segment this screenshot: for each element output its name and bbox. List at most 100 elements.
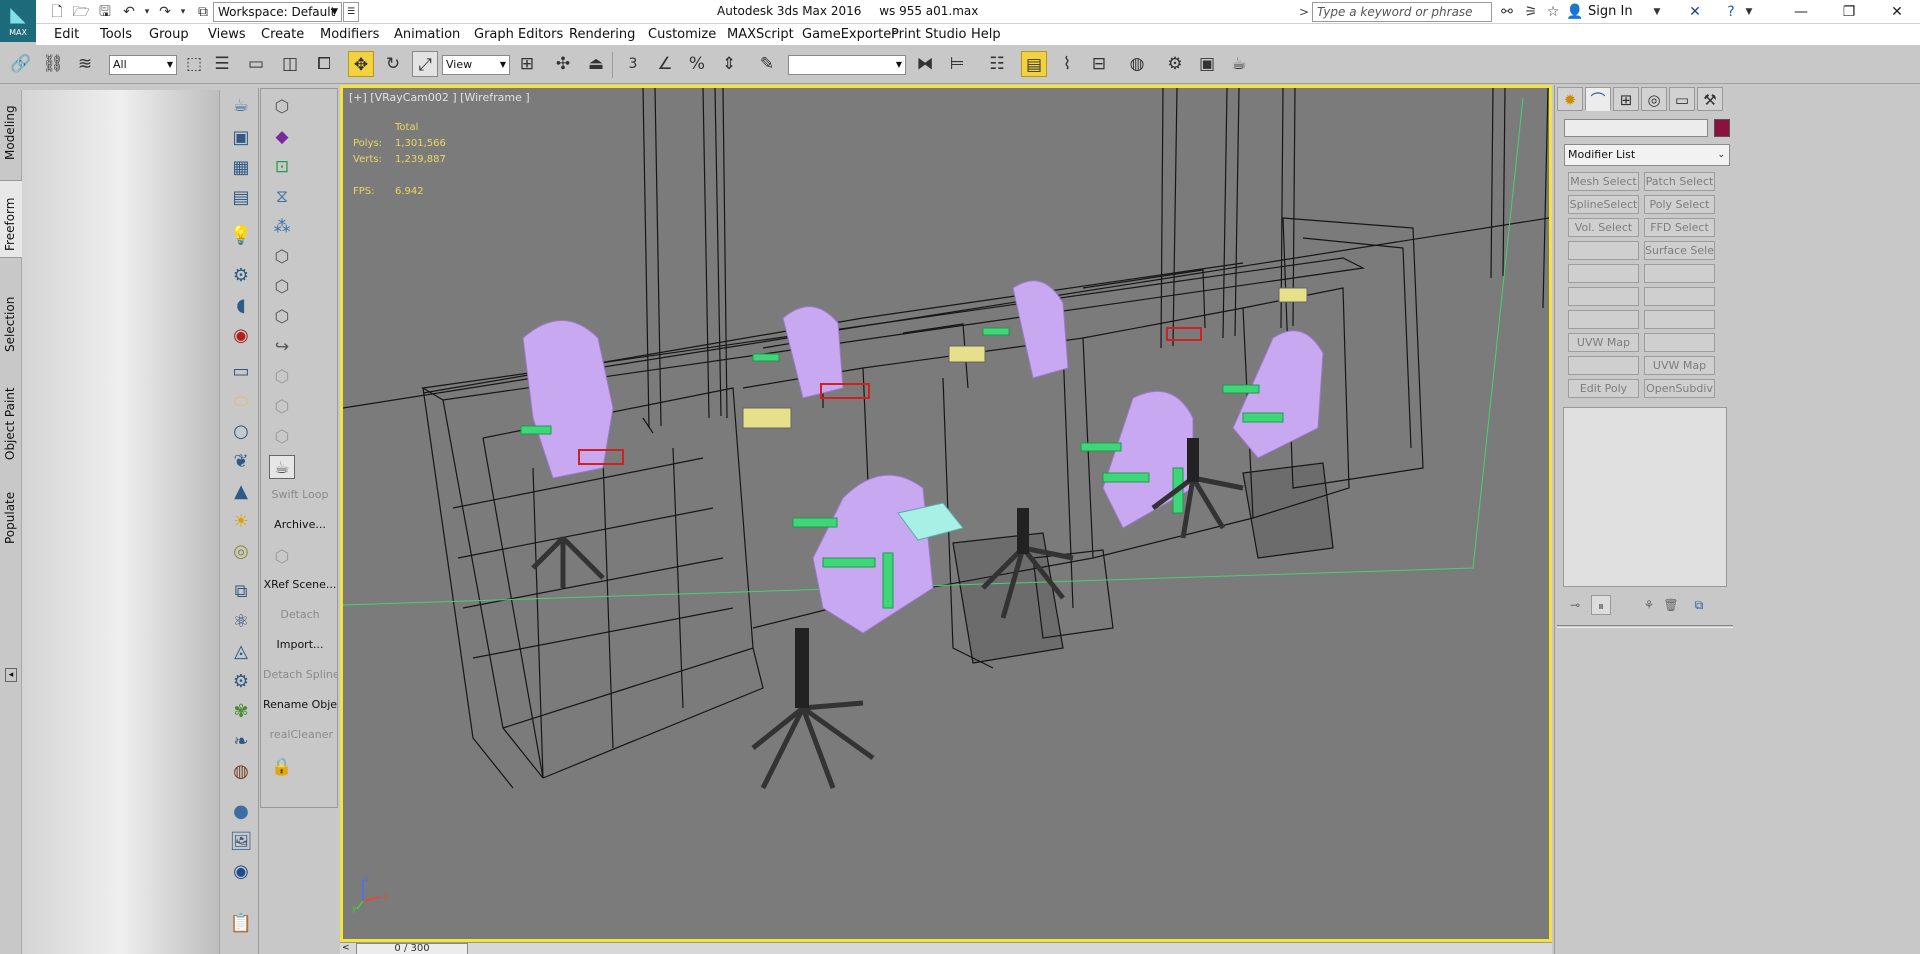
render-element-icon[interactable]: ⊡ — [269, 155, 295, 179]
render-setup-icon[interactable]: ⚙ — [1162, 51, 1188, 77]
tab-selection[interactable]: Selection — [0, 286, 22, 356]
select-and-link-icon[interactable]: 🔗 — [8, 51, 34, 77]
modifier-button[interactable] — [1568, 287, 1639, 306]
schematic-view-icon[interactable]: ⊟ — [1086, 51, 1112, 77]
named-selection-sets-dropdown[interactable]: ▼ — [788, 55, 906, 75]
toggle-scene-explorer-icon[interactable]: ▤ — [1021, 51, 1047, 77]
modify-tab-icon[interactable]: ⌒ — [1585, 87, 1611, 111]
tab-modeling[interactable]: Modeling — [0, 94, 22, 164]
make-unique-icon[interactable]: ⚘ — [1639, 595, 1659, 615]
bind-to-space-warp-icon[interactable]: ≋ — [72, 51, 98, 77]
box-sync-icon[interactable]: ⬡ — [269, 305, 295, 329]
modifier-button[interactable] — [1644, 310, 1715, 329]
cube-wire-icon[interactable]: ⬡ — [269, 95, 295, 119]
detach-button[interactable]: Detach — [263, 605, 337, 625]
fern-icon[interactable]: ❧ — [229, 730, 253, 754]
menu-modifiers[interactable]: Modifiers — [320, 27, 379, 42]
open-file-icon[interactable]: 🗁 — [72, 3, 90, 21]
menu-help[interactable]: Help — [971, 27, 1001, 42]
menu-customize[interactable]: Customize — [648, 27, 716, 42]
modifier-button[interactable]: SplineSelect — [1568, 195, 1639, 214]
menu-group[interactable]: Group — [149, 27, 189, 42]
modifier-button[interactable]: UVW Map — [1568, 333, 1639, 352]
modifier-button[interactable] — [1568, 241, 1639, 260]
modifier-stack-view[interactable] — [1563, 407, 1727, 587]
menu-create[interactable]: Create — [261, 27, 304, 42]
video-camera-icon[interactable]: ◉ — [229, 324, 253, 348]
bitmap-icon[interactable]: 🖼 — [229, 830, 253, 854]
select-and-rotate-icon[interactable]: ↻ — [380, 51, 406, 77]
box-faded-icon[interactable]: ⬡ — [269, 545, 295, 569]
time-slider[interactable]: < 0 / 300 — [340, 942, 1552, 954]
modifier-button[interactable]: Surface Select — [1644, 241, 1715, 260]
table-grid-icon[interactable]: ▤ — [229, 186, 253, 210]
scene-explorer-panel[interactable] — [22, 90, 220, 954]
object-name-field[interactable] — [1564, 119, 1708, 137]
particles-icon[interactable]: ⁂ — [269, 215, 295, 239]
archive-button[interactable]: Archive... — [263, 515, 337, 535]
modifier-button[interactable] — [1568, 264, 1639, 283]
tab-populate[interactable]: Populate — [0, 478, 22, 548]
box-gear-icon[interactable]: ⬡ — [269, 275, 295, 299]
sign-in-dropdown-icon[interactable]: ▼ — [1648, 3, 1666, 21]
globe-icon[interactable]: ◉ — [229, 860, 253, 884]
window-crossing-icon[interactable]: ◫ — [277, 51, 303, 77]
cone-icon[interactable]: ▲ — [229, 480, 253, 504]
sphere-outline-icon[interactable]: ○ — [229, 420, 253, 444]
save-file-icon[interactable]: 🖫 — [96, 3, 114, 21]
redo-icon[interactable]: ↷ — [156, 3, 174, 21]
keyboard-shortcut-override-icon[interactable]: ⏏ — [583, 51, 609, 77]
binoculars-icon[interactable]: ⚯ — [1498, 3, 1516, 21]
swift-loop-button[interactable]: Swift Loop — [263, 485, 337, 505]
clipboard-icon[interactable]: 📋 — [229, 912, 253, 936]
import-button[interactable]: Import... — [263, 635, 337, 655]
box-hand-icon[interactable]: ⬡ — [269, 245, 295, 269]
reference-coordinate-dropdown[interactable]: View ▼ — [442, 55, 510, 75]
speaker-icon[interactable]: ◖ — [229, 294, 253, 318]
grass-icon[interactable]: ✾ — [229, 700, 253, 724]
time-slider-thumb[interactable]: 0 / 300 — [356, 943, 468, 954]
geometry-icon[interactable]: ◬ — [229, 640, 253, 664]
select-by-name-icon[interactable]: ☰ — [209, 51, 235, 77]
tab-object-paint[interactable]: Object Paint — [0, 378, 22, 464]
camera-icon[interactable]: ⚙ — [229, 264, 253, 288]
modifier-button[interactable]: Patch Select — [1644, 172, 1715, 191]
menu-gameexporter[interactable]: GameExporter — [802, 27, 897, 42]
menu-views[interactable]: Views — [208, 27, 246, 42]
utilities-tab-icon[interactable]: ⚒ — [1697, 87, 1723, 111]
menu-print-studio[interactable]: Print Studio — [891, 27, 966, 42]
close-button[interactable]: ✕ — [1874, 0, 1920, 24]
foliage-icon[interactable]: ❦ — [229, 450, 253, 474]
help-search-input[interactable]: Type a keyword or phrase — [1299, 2, 1492, 22]
select-object-icon[interactable]: ⬚ — [181, 51, 207, 77]
modifier-button[interactable]: Poly Select — [1644, 195, 1715, 214]
teapot-icon[interactable]: ☕ — [229, 94, 253, 118]
pin-stack-icon[interactable]: ⊸ — [1565, 595, 1585, 615]
modifier-button[interactable] — [1644, 333, 1715, 352]
box-plus-icon[interactable]: ⬡ — [269, 365, 295, 389]
app-logo-button[interactable]: ◣ MAX — [0, 0, 36, 42]
exchange-apps-icon[interactable]: ✕ — [1686, 3, 1704, 21]
percent-snap-icon[interactable]: % — [684, 51, 710, 77]
workspace-menu-button[interactable]: ☰ — [343, 2, 359, 22]
box-minus-icon[interactable]: ⬡ — [269, 395, 295, 419]
motion-tab-icon[interactable]: ◎ — [1641, 87, 1667, 111]
tab-freeform[interactable]: Freeform — [0, 180, 22, 258]
modifier-button[interactable]: Vol. Select — [1568, 218, 1639, 237]
snaps-toggle-icon[interactable]: 3 — [620, 51, 646, 77]
workspace-dropdown[interactable]: Workspace: Default ▼ — [213, 2, 342, 22]
undo-dropdown-icon[interactable]: ▾ — [138, 3, 156, 21]
minimize-button[interactable]: — — [1778, 0, 1824, 24]
xref-scene-button[interactable]: XRef Scene... — [263, 575, 337, 595]
unlink-selection-icon[interactable]: ⛓ — [40, 51, 66, 77]
display-tab-icon[interactable]: ▭ — [1669, 87, 1695, 111]
remove-modifier-icon[interactable]: 🗑 — [1661, 595, 1681, 615]
teapot-render-icon[interactable]: ☕ — [269, 455, 295, 479]
rename-objects-button[interactable]: Rename Objects — [263, 695, 337, 715]
molecule-icon[interactable]: ⚛ — [229, 610, 253, 634]
render-frame-icon[interactable]: ▣ — [229, 126, 253, 150]
modifier-button[interactable]: FFD Select — [1644, 218, 1715, 237]
mirror-icon[interactable]: ⧓ — [912, 51, 938, 77]
modifier-button[interactable]: UVW Map — [1644, 356, 1715, 375]
network-icon[interactable]: ⧖ — [269, 185, 295, 209]
